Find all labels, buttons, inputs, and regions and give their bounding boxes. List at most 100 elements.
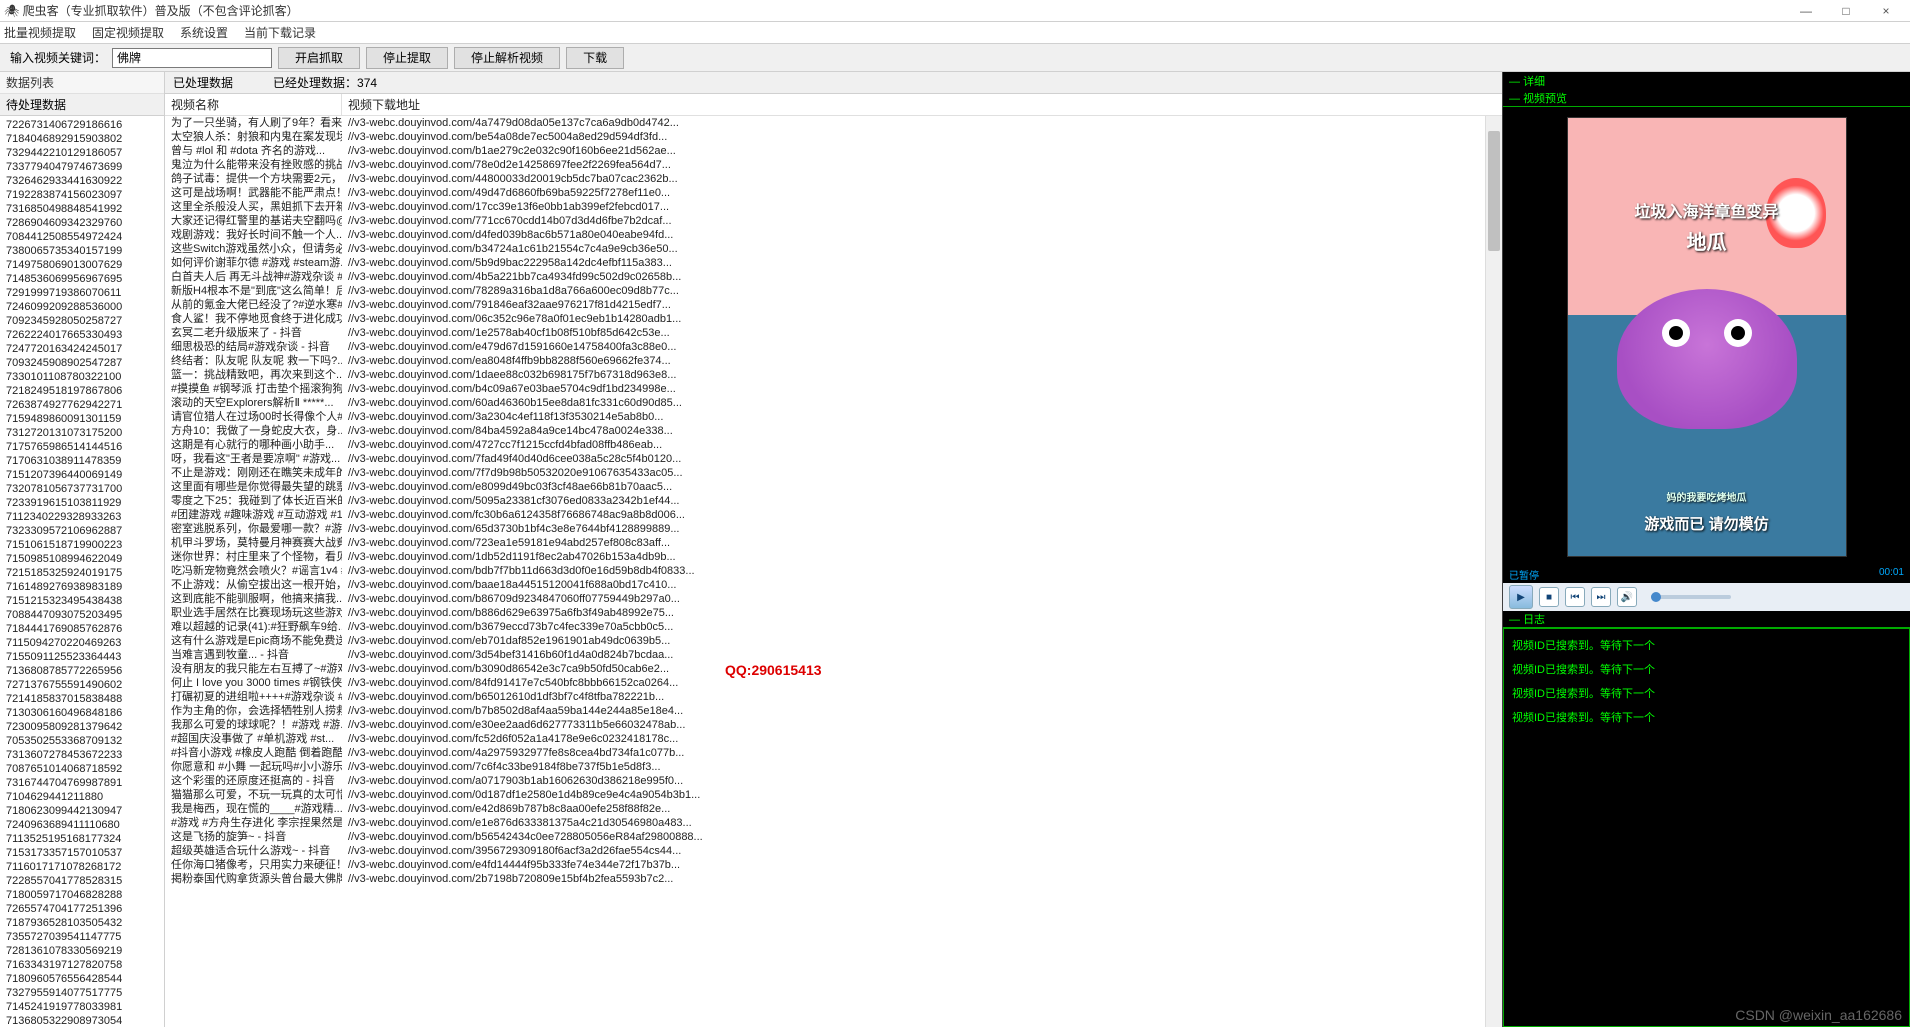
table-row[interactable]: #超国庆没事做了 #单机游戏 #st...//v3-webc.douyinvod… — [165, 732, 1502, 746]
pending-id[interactable]: 7116017171078268172 — [6, 860, 158, 874]
pending-id[interactable]: 7151207396440069149 — [6, 468, 158, 482]
pending-id[interactable]: 7355727039541147775 — [6, 930, 158, 944]
menu-item-1[interactable]: 固定视频提取 — [92, 24, 164, 41]
pending-id[interactable]: 7155091125523364443 — [6, 650, 158, 664]
pending-id[interactable]: 7226731406729186616 — [6, 118, 158, 132]
pending-id[interactable]: 7263874927762942271 — [6, 398, 158, 412]
scrollbar[interactable] — [1485, 116, 1502, 1027]
pending-id[interactable]: 7246099209288536000 — [6, 300, 158, 314]
pending-id[interactable]: 7151215323495438438 — [6, 594, 158, 608]
pending-id[interactable]: 7159489860091301159 — [6, 412, 158, 426]
pending-id[interactable]: 7153173357157010537 — [6, 846, 158, 860]
pending-id[interactable]: 7053502553368709132 — [6, 734, 158, 748]
pending-id[interactable]: 7113525195168177324 — [6, 832, 158, 846]
table-row[interactable]: #抖音小游戏 #橡皮人跑酷 倒着跑酷...//v3-webc.douyinvod… — [165, 746, 1502, 760]
stop-parse-button[interactable]: 停止解析视频 — [454, 47, 560, 69]
processed-table-body[interactable]: 为了一只坐骑，有人刷了9年？看来...//v3-webc.douyinvod.c… — [165, 116, 1502, 1027]
pending-id[interactable]: 7316744704769987891 — [6, 776, 158, 790]
table-row[interactable]: 为了一只坐骑，有人刷了9年？看来...//v3-webc.douyinvod.c… — [165, 116, 1502, 130]
table-row[interactable]: 没有朋友的我只能左右互搏了~#游戏...//v3-webc.douyinvod.… — [165, 662, 1502, 676]
maximize-button[interactable]: □ — [1826, 4, 1866, 18]
table-row[interactable]: 终结者：队友呢 队友呢 救一下吗?...//v3-webc.douyinvod.… — [165, 354, 1502, 368]
pending-id[interactable]: 7093245908902547287 — [6, 356, 158, 370]
pending-id[interactable]: 7262224017665330493 — [6, 328, 158, 342]
pending-id[interactable]: 7312720131073175200 — [6, 426, 158, 440]
video-preview[interactable]: 垃圾入海洋章鱼变异 地瓜 妈的我要吃烤地瓜 游戏而已 请勿模仿 — [1503, 107, 1910, 567]
pending-id[interactable]: 7087651014068718592 — [6, 762, 158, 776]
table-row[interactable]: #团建游戏 #趣味游戏 #互动游戏 #1...//v3-webc.douyinv… — [165, 508, 1502, 522]
table-row[interactable]: 超级英雄适合玩什么游戏~ - 抖音//v3-webc.douyinvod.com… — [165, 844, 1502, 858]
table-row[interactable]: 鬼泣为什么能带来没有挫败感的挑战...//v3-webc.douyinvod.c… — [165, 158, 1502, 172]
pending-id[interactable]: 7214185837015838488 — [6, 692, 158, 706]
pending-id[interactable]: 7150985108994622049 — [6, 552, 158, 566]
table-row[interactable]: 戏剧游戏：我好长时间不触一个人...//v3-webc.douyinvod.co… — [165, 228, 1502, 242]
pending-id[interactable]: 7228557041778528315 — [6, 874, 158, 888]
pending-id[interactable]: 7149758069013007629 — [6, 258, 158, 272]
pending-id[interactable]: 7180059717046828288 — [6, 888, 158, 902]
pending-id[interactable]: 7215185325924019175 — [6, 566, 158, 580]
start-scrape-button[interactable]: 开启抓取 — [278, 47, 360, 69]
table-row[interactable]: 食人鲨！我不停地觅食终于进化成功...//v3-webc.douyinvod.c… — [165, 312, 1502, 326]
pending-id[interactable]: 7281361078330569219 — [6, 944, 158, 958]
pending-id[interactable]: 7247720163424245017 — [6, 342, 158, 356]
stop-extract-button[interactable]: 停止提取 — [366, 47, 448, 69]
pending-id[interactable]: 7180623099442130947 — [6, 804, 158, 818]
pending-id[interactable]: 7148536069956967695 — [6, 272, 158, 286]
pending-id[interactable]: 7187936528103505432 — [6, 916, 158, 930]
pending-id[interactable]: 7130306160496848186 — [6, 706, 158, 720]
table-row[interactable]: #游戏 #方舟生存进化 李宗捏果然是...//v3-webc.douyinvod… — [165, 816, 1502, 830]
table-row[interactable]: 机甲斗罗场，莫特曼月神赛赛大战竟...//v3-webc.douyinvod.c… — [165, 536, 1502, 550]
pending-id[interactable]: 7313607278453672233 — [6, 748, 158, 762]
download-button[interactable]: 下载 — [566, 47, 624, 69]
pending-id[interactable]: 7112340229328933263 — [6, 510, 158, 524]
pending-id[interactable]: 7161489276938983189 — [6, 580, 158, 594]
table-row[interactable]: 任你海口猪像考，只用实力来硬征！...//v3-webc.douyinvod.c… — [165, 858, 1502, 872]
table-row[interactable]: 如何评价谢菲尔德 #游戏 #steam游...//v3-webc.douyinv… — [165, 256, 1502, 270]
pending-id[interactable]: 7170631038911478359 — [6, 454, 158, 468]
pending-id[interactable]: 7271376755591490602 — [6, 678, 158, 692]
pending-id[interactable]: 7184441769085762876 — [6, 622, 158, 636]
pending-id[interactable]: 7337794047974673699 — [6, 160, 158, 174]
table-row[interactable]: 这个彩蛋的还原度还挺高的 - 抖音//v3-webc.douyinvod.com… — [165, 774, 1502, 788]
pending-id-list[interactable]: 7226731406729186616718404689291590380273… — [0, 116, 164, 1027]
table-row[interactable]: 从前的氪金大佬已经没了?#逆水寒#...//v3-webc.douyinvod.… — [165, 298, 1502, 312]
table-row[interactable]: 打碾初夏的进组啦++++#游戏杂谈 #...//v3-webc.douyinvo… — [165, 690, 1502, 704]
table-row[interactable]: 新版H4根本不是"到底"这么简单！后...//v3-webc.douyinvod… — [165, 284, 1502, 298]
table-row[interactable]: 鸽子试毒：提供一个方块需要2元，...//v3-webc.douyinvod.c… — [165, 172, 1502, 186]
table-row[interactable]: 我是梅西，现在慌的____#游戏精...//v3-webc.douyinvod.… — [165, 802, 1502, 816]
pending-id[interactable]: 7163343197127820758 — [6, 958, 158, 972]
table-row[interactable]: 零度之下25：我碰到了体长近百米的...//v3-webc.douyinvod.… — [165, 494, 1502, 508]
pending-id[interactable]: 7192283874156023097 — [6, 188, 158, 202]
table-row[interactable]: 这期是有心就行的哪种画小助手...//v3-webc.douyinvod.com… — [165, 438, 1502, 452]
table-row[interactable]: 职业选手居然在比赛现场玩这些游戏...//v3-webc.douyinvod.c… — [165, 606, 1502, 620]
log-area[interactable]: 视频ID已搜索到。等待下一个视频ID已搜索到。等待下一个视频ID已搜索到。等待下… — [1503, 628, 1910, 1027]
pending-id[interactable]: 7320781056737731700 — [6, 482, 158, 496]
play-button[interactable]: ▶ — [1509, 585, 1533, 609]
table-row[interactable]: 篮一：挑战精致吧，再次来到这个...//v3-webc.douyinvod.co… — [165, 368, 1502, 382]
table-row[interactable]: 太空狼人杀：射狼和内鬼在案发现场...//v3-webc.douyinvod.c… — [165, 130, 1502, 144]
table-row[interactable]: 难以超越的记录(41):#狂野飙车9给...//v3-webc.douyinvo… — [165, 620, 1502, 634]
pending-id[interactable]: 7291999719386070611 — [6, 286, 158, 300]
table-row[interactable]: 大家还记得红警里的基诺夫空翻吗@...//v3-webc.douyinvod.c… — [165, 214, 1502, 228]
table-row[interactable]: 这可是战场啊！武器能不能严肃点！...//v3-webc.douyinvod.c… — [165, 186, 1502, 200]
pending-id[interactable]: 7329442210129186057 — [6, 146, 158, 160]
table-row[interactable]: 呀，我看这"王者是要凉啊" #游戏...//v3-webc.douyinvod.… — [165, 452, 1502, 466]
table-row[interactable]: 掲粉泰国代购拿货源头曾台最大佛牌//v3-webc.douyinvod.com/… — [165, 872, 1502, 886]
table-row[interactable]: 迷你世界：村庄里来了个怪物，看见...//v3-webc.douyinvod.c… — [165, 550, 1502, 564]
table-row[interactable]: 方舟10：我做了一身蛇皮大衣，身...//v3-webc.douyinvod.c… — [165, 424, 1502, 438]
pending-id[interactable]: 7230095809281379642 — [6, 720, 158, 734]
table-row[interactable]: 这些Switch游戏虽然小众，但请务必...//v3-webc.douyinvo… — [165, 242, 1502, 256]
table-row[interactable]: 不止游戏：从偷空拔出这一根开始，...//v3-webc.douyinvod.c… — [165, 578, 1502, 592]
pending-id[interactable]: 7233919615103811929 — [6, 496, 158, 510]
table-row[interactable]: 请官位猎人在过场00时长得像个人#...//v3-webc.douyinvod.… — [165, 410, 1502, 424]
table-row[interactable]: 细思极恐的结局#游戏杂谈 - 抖音//v3-webc.douyinvod.com… — [165, 340, 1502, 354]
pending-id[interactable]: 7092345928050258727 — [6, 314, 158, 328]
scrollbar-thumb[interactable] — [1488, 131, 1500, 251]
pending-id[interactable]: 7380065735340157199 — [6, 244, 158, 258]
pending-id[interactable]: 7323309572106962887 — [6, 524, 158, 538]
table-row[interactable]: 当难言遇到牧童... - 抖音//v3-webc.douyinvod.com/3… — [165, 648, 1502, 662]
pending-id[interactable]: 7151061518719900223 — [6, 538, 158, 552]
pending-id[interactable]: 7088447093075203495 — [6, 608, 158, 622]
pending-id[interactable]: 7265574704177251396 — [6, 902, 158, 916]
table-row[interactable]: 作为主角的你，会选择牺牲别人捞救...//v3-webc.douyinvod.c… — [165, 704, 1502, 718]
